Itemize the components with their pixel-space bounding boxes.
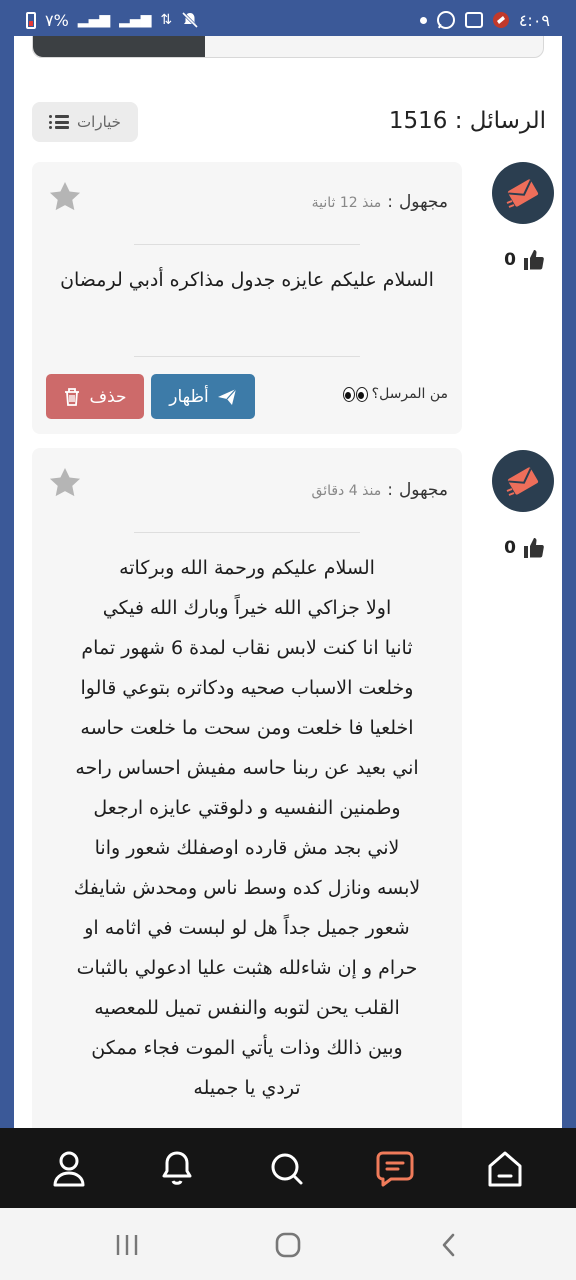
divider — [134, 532, 360, 533]
home-circle-icon — [275, 1232, 301, 1258]
top-input-remnant[interactable] — [32, 36, 544, 58]
bottom-nav — [0, 1128, 576, 1208]
whatsapp-icon — [436, 11, 455, 29]
avatar[interactable] — [492, 450, 554, 512]
sender-question: من المرسل؟ — [371, 386, 448, 402]
app-icon — [492, 12, 509, 28]
search-icon — [271, 1153, 303, 1185]
bell-icon — [162, 1151, 192, 1185]
nav-profile[interactable] — [48, 1148, 90, 1190]
data-arrows-icon: ⇅ — [160, 12, 173, 28]
system-nav-bar — [0, 1208, 576, 1280]
eyes-icon — [342, 386, 368, 402]
nav-messages[interactable] — [374, 1148, 416, 1190]
status-bar: ٧% ▂▄▆ ▂▄▆ ⇅ ٤:٠٩ — [0, 0, 576, 40]
star-icon[interactable] — [46, 464, 84, 502]
back-button[interactable] — [432, 1228, 466, 1262]
message-meta: مجهول: منذ 4 دقائق — [312, 480, 448, 500]
nav-home[interactable] — [484, 1148, 526, 1190]
meta-separator: : — [387, 192, 393, 212]
anonymous-envelope-icon — [506, 467, 539, 496]
signal-icon: ▂▄▆ — [119, 12, 152, 28]
anonymous-envelope-icon — [506, 179, 539, 208]
gallery-icon — [464, 12, 483, 28]
messages-header: خيارات الرسائل : 1516 — [32, 102, 546, 144]
options-button[interactable]: خيارات — [32, 102, 138, 142]
message-time: منذ 12 ثانية — [311, 195, 382, 211]
clock: ٤:٠٩ — [518, 10, 550, 30]
nav-search[interactable] — [266, 1148, 308, 1190]
list-menu-icon — [49, 115, 70, 129]
like-count: 0 — [504, 538, 516, 558]
main-page: خيارات الرسائل : 1516 مجهول: منذ 12 ثانية… — [14, 36, 562, 1130]
thumbs-up-icon — [524, 538, 544, 558]
messages-count-title: الرسائل : 1516 — [388, 108, 546, 134]
show-button[interactable]: أظهار — [151, 374, 255, 419]
thumbs-up-icon — [524, 250, 544, 270]
like-count: 0 — [504, 250, 516, 270]
recents-icon — [116, 1235, 138, 1255]
battery-icon — [26, 11, 36, 29]
divider — [134, 244, 360, 245]
status-right: ٤:٠٩ — [419, 10, 550, 30]
options-label: خيارات — [77, 113, 121, 131]
recents-button[interactable] — [110, 1228, 144, 1262]
message-card: مجهول: منذ 4 دقائق السلام عليكم ورحمة الل… — [32, 448, 462, 1130]
message-text: السلام عليكم ورحمة الله وبركاته اولا جزا… — [73, 557, 421, 1099]
mute-icon — [182, 11, 199, 29]
meta-separator: : — [387, 480, 393, 500]
signal-icon: ▂▄▆ — [77, 12, 111, 28]
message-card: مجهول: منذ 12 ثانية السلام عليكم عايزه جد… — [32, 162, 462, 434]
home-icon — [488, 1151, 522, 1187]
sender-name: مجهول — [398, 480, 448, 500]
home-system-button[interactable] — [271, 1228, 305, 1262]
message-text: السلام عليكم عايزه جدول مذاكره أدبي لرمض… — [60, 269, 434, 291]
like-button[interactable]: 0 — [504, 536, 546, 560]
divider — [134, 356, 360, 357]
avatar[interactable] — [492, 162, 554, 224]
status-left: ٧% ▂▄▆ ▂▄▆ ⇅ — [26, 11, 199, 30]
send-icon — [217, 388, 237, 405]
sender-name: مجهول — [398, 192, 448, 212]
like-button[interactable]: 0 — [504, 248, 546, 272]
battery-level: ٧% — [45, 10, 69, 30]
show-label: أظهار — [169, 386, 209, 407]
chevron-left-icon — [442, 1233, 455, 1257]
nav-notifications[interactable] — [156, 1148, 198, 1190]
message-meta: مجهول: منذ 12 ثانية — [312, 192, 448, 212]
who-is-sender[interactable]: من المرسل؟ — [342, 386, 448, 402]
star-icon[interactable] — [46, 178, 84, 216]
notification-dot-icon — [419, 16, 427, 24]
message-time: منذ 4 دقائق — [311, 483, 382, 499]
messages-icon — [376, 1151, 414, 1187]
delete-button[interactable]: حذف — [46, 374, 144, 419]
delete-label: حذف — [89, 386, 127, 407]
top-submit-button[interactable] — [33, 36, 205, 57]
trash-icon — [65, 387, 80, 406]
message-actions: حذف أظهار من المرسل؟ — [46, 374, 448, 420]
profile-icon — [53, 1151, 85, 1187]
